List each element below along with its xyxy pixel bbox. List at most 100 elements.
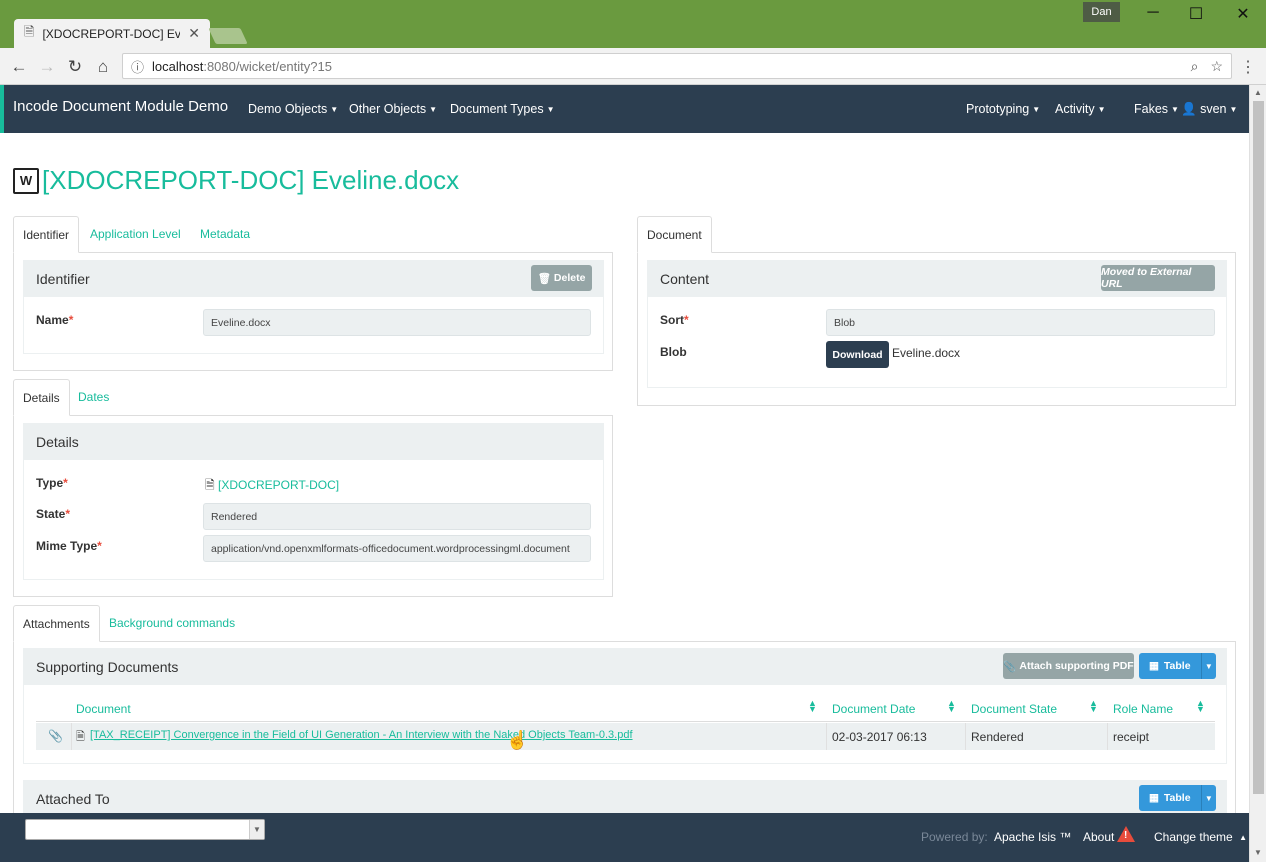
role-name-cell: receipt <box>1113 730 1150 744</box>
menu-demo-objects[interactable]: Demo Objects ▼ <box>248 102 338 116</box>
required-marker: * <box>68 313 74 327</box>
column-header-role-name[interactable]: Role Name <box>1113 702 1173 716</box>
download-button[interactable]: Download <box>826 341 889 368</box>
maximize-icon[interactable]: ☐ <box>1184 4 1208 24</box>
sort-icon[interactable]: ▲ ▼ <box>808 699 817 714</box>
forward-arrow-icon[interactable]: → <box>36 56 58 78</box>
close-window-icon[interactable]: ✕ <box>1231 4 1255 24</box>
attach-label: Attach supporting PDF <box>1019 660 1134 672</box>
tab-application-level[interactable]: Application Level <box>81 216 190 253</box>
sort-field[interactable]: Blob <box>826 309 1215 336</box>
tab-close-icon[interactable]: ✕ <box>188 25 200 42</box>
menu-label: Demo Objects <box>248 102 328 116</box>
tab-background-commands[interactable]: Background commands <box>100 605 244 642</box>
panel-header: Identifier 🗑 Delete <box>24 261 603 297</box>
apache-isis-link[interactable]: Apache Isis ™ <box>994 830 1071 844</box>
table-view-main[interactable]: ▦ Table <box>1139 653 1202 679</box>
browser-menu-icon[interactable]: ⋮ <box>1240 57 1256 77</box>
document-link[interactable]: [TAX_RECEIPT] Convergence in the Field o… <box>90 729 633 741</box>
bookmark-star-icon[interactable]: ☆ <box>1210 58 1223 75</box>
address-bar[interactable]: ⓘ localhost:8080/wicket/entity?15 ⌕ ☆ <box>122 53 1232 79</box>
chevron-down-icon[interactable]: ▼ <box>249 820 264 839</box>
type-value: 🗎 [XDOCREPORT-DOC] <box>205 476 339 497</box>
label-text: Mime Type <box>36 539 98 553</box>
zoom-icon[interactable]: ⌕ <box>1191 58 1199 75</box>
column-header-document[interactable]: Document <box>76 702 131 716</box>
menu-prototyping[interactable]: Prototyping ▼ <box>966 102 1040 116</box>
tab-title: [XDOCREPORT-DOC] Eve <box>42 26 181 41</box>
attach-supporting-pdf-button[interactable]: 📎 Attach supporting PDF <box>1003 653 1134 679</box>
caret-down-icon: ▼ <box>429 105 438 115</box>
about-link[interactable]: About <box>1083 830 1114 844</box>
name-field[interactable]: Eveline.docx <box>203 309 591 336</box>
paperclip-icon[interactable]: 📎 <box>48 729 63 743</box>
panel-header: Content Moved to External URL <box>648 261 1226 297</box>
tab-metadata[interactable]: Metadata <box>191 216 259 253</box>
app-brand[interactable]: Incode Document Module Demo <box>13 98 228 115</box>
menu-document-types[interactable]: Document Types ▼ <box>450 102 555 116</box>
delete-button[interactable]: 🗑 Delete <box>531 265 592 291</box>
table-view-main[interactable]: ▦ Table <box>1139 785 1202 811</box>
type-link[interactable]: [XDOCREPORT-DOC] <box>218 478 339 492</box>
browser-tab[interactable]: 🗎 [XDOCREPORT-DOC] Eve ✕ <box>14 19 210 48</box>
moved-to-external-url-button[interactable]: Moved to External URL <box>1101 265 1215 291</box>
label-text: Name <box>36 313 69 327</box>
scrollbar-thumb[interactable] <box>1253 101 1264 794</box>
table-view-button[interactable]: ▦ Table ▼ <box>1139 653 1216 679</box>
tab-dates[interactable]: Dates <box>69 379 118 416</box>
tab-attachments[interactable]: Attachments <box>13 605 100 642</box>
app-footer: ▼ Powered by: Apache Isis ™ About ! Chan… <box>0 813 1249 862</box>
menu-other-objects[interactable]: Other Objects ▼ <box>349 102 437 116</box>
reload-icon[interactable]: ↻ <box>64 56 86 78</box>
menu-label: Document Types <box>450 102 544 116</box>
info-icon[interactable]: ⓘ <box>131 57 144 76</box>
caret-down-icon: ▼ <box>1032 105 1041 115</box>
mime-type-field[interactable]: application/vnd.openxmlformats-officedoc… <box>203 535 591 562</box>
panel-header: Details <box>24 424 603 460</box>
page-scrollbar[interactable]: ▲ ▼ <box>1249 85 1266 862</box>
identifier-tabs: Identifier Application Level Metadata <box>13 216 613 253</box>
footer-select[interactable]: ▼ <box>25 819 265 840</box>
table-label: Table <box>1163 660 1191 672</box>
minimize-icon[interactable]: ─ <box>1141 4 1165 22</box>
file-icon: 🗎 <box>205 478 215 492</box>
url-host: localhost <box>152 58 204 74</box>
tab-details[interactable]: Details <box>13 379 70 416</box>
mime-type-label: Mime Type* <box>36 539 102 553</box>
sort-icon[interactable]: ▲ ▼ <box>947 699 956 714</box>
table-label: Table <box>1163 792 1191 804</box>
scroll-down-icon[interactable]: ▼ <box>1254 848 1262 857</box>
menu-user[interactable]: 👤 sven ▼ <box>1181 102 1237 117</box>
document-date-cell: 02-03-2017 06:13 <box>832 730 927 744</box>
paperclip-icon: 📎 <box>1003 660 1017 673</box>
tab-identifier[interactable]: Identifier <box>13 216 80 253</box>
profile-badge[interactable]: Dan <box>1083 2 1120 22</box>
back-arrow-icon[interactable]: ← <box>8 56 30 78</box>
panel-heading: Identifier <box>36 271 90 287</box>
page-title-text: [XDOCREPORT-DOC] Eveline.docx <box>42 165 460 195</box>
home-icon[interactable]: ⌂ <box>92 56 114 78</box>
table-view-button[interactable]: ▦ Table ▼ <box>1139 785 1216 811</box>
identifier-tab-body: Identifier 🗑 Delete Name* Eveline.docx <box>13 253 613 371</box>
menu-fakes[interactable]: Fakes ▼ <box>1134 102 1179 116</box>
panel-heading: Details <box>36 434 79 450</box>
tab-document[interactable]: Document <box>637 216 712 253</box>
caret-down-icon[interactable]: ▼ <box>1202 662 1216 671</box>
panel-heading: Content <box>660 271 710 287</box>
warning-icon[interactable]: ! <box>1117 826 1135 842</box>
new-tab-button[interactable] <box>208 28 248 44</box>
column-header-document-state[interactable]: Document State <box>971 702 1057 716</box>
menu-activity[interactable]: Activity ▼ <box>1055 102 1106 116</box>
caret-down-icon: ▼ <box>1097 105 1106 115</box>
state-field[interactable]: Rendered <box>203 503 591 530</box>
url-path: :8080/wicket/entity?15 <box>203 58 332 74</box>
scroll-up-icon[interactable]: ▲ <box>1254 88 1262 97</box>
type-label: Type* <box>36 476 68 490</box>
sort-icon[interactable]: ▲ ▼ <box>1089 699 1098 714</box>
sort-icon[interactable]: ▲ ▼ <box>1196 699 1205 714</box>
caret-down-icon[interactable]: ▼ <box>1202 794 1216 803</box>
column-header-document-date[interactable]: Document Date <box>832 702 915 716</box>
table-row[interactable]: 📎 🗎 [TAX_RECEIPT] Convergence in the Fie… <box>36 723 1215 750</box>
caret-up-icon: ▲ <box>1239 833 1247 843</box>
change-theme-menu[interactable]: Change theme ▲ <box>1154 830 1247 844</box>
